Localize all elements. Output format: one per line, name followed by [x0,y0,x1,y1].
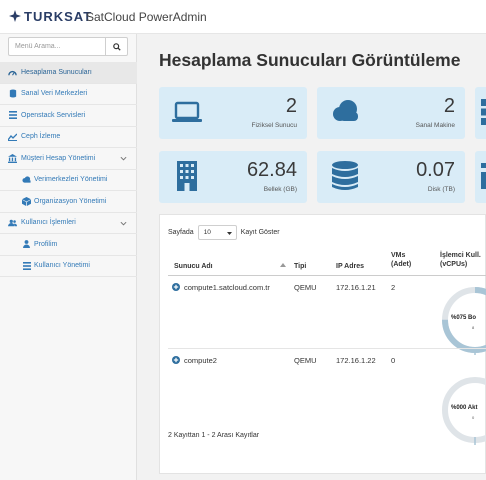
column-header-server-name[interactable]: Sunucu Adı [174,262,213,271]
cpu-usage-label: %075 Bo [451,315,477,321]
stat-card-partial [475,87,486,139]
cloud-icon [333,100,358,121]
table-info: 2 Kayıttan 1 - 2 Arası Kayıtlar [168,432,260,439]
expand-row-icon[interactable] [172,356,180,364]
stat-value: 62.84 [246,159,297,181]
sidebar-item-sanal-veri-merkezleri[interactable]: Sanal Veri Merkezleri [0,84,137,105]
chevron-down-icon [120,221,127,226]
sidebar-nav: Hesaplama Sunucuları Sanal Veri Merkezle… [0,62,137,277]
table-header-divider [168,275,486,276]
sidebar-item-openstack-servisleri[interactable]: Openstack Servisleri [0,105,137,127]
sidebar-item-profilim[interactable]: Profilim [0,234,137,256]
column-header-cpu[interactable]: İşlemci Kull. (vCPUs) [440,251,486,269]
server-icon [481,99,486,125]
menu-search [8,37,128,56]
cell-ip: 172.16.1.22 [336,356,376,365]
page-size-select[interactable]: 10 [197,225,237,240]
stat-card-memory: 62.84 Bellek (GB) [159,151,307,203]
building-icon [177,161,197,191]
column-header-vms[interactable]: VMs (Adet) [391,251,425,269]
sidebar-item-label: Kullanıcı İşlemleri [21,219,76,227]
turksat-logo-icon [9,10,21,22]
main-content: Hesaplama Sunucuları Görüntüleme 2 Fizik… [137,34,486,480]
sidebar-item-kullanici-yonetimi[interactable]: Kullanıcı Yönetimi [0,256,137,277]
row-divider [168,348,486,349]
cell-type: QEMU [294,356,317,365]
cell-vms: 0 [391,356,396,365]
stat-label: Bellek (GB) [263,186,297,193]
brand-logo-text: TURKSAT [24,9,93,24]
cell-server-name: compute1.satcloud.com.tr [184,283,270,292]
page-size-suffix: Kayıt Göster [240,229,280,236]
cell-server-name: compute2 [184,356,217,365]
stat-value: 0.07 [416,159,455,181]
page-size-control: Sayfada 10 Kayıt Göster [168,225,280,240]
sidebar-item-label: Sanal Veri Merkezleri [21,90,88,98]
sidebar-item-label: Openstack Servisleri [21,111,86,119]
sidebar-item-label: Verimerkezleri Yönetimi [34,176,108,184]
cloud-icon [22,175,31,184]
chevron-down-icon [120,156,127,161]
sidebar-item-label: Kullanıcı Yönetimi [34,262,90,270]
cell-type: QEMU [294,283,317,292]
page-size-value: 10 [203,229,211,236]
stat-card-disk: 0.07 Disk (TB) [317,151,465,203]
expand-row-icon[interactable] [172,283,180,291]
user-icon [22,240,31,249]
sidebar-item-musteri-hesap-yonetimi[interactable]: Müşteri Hesap Yönetimi [0,148,137,170]
sidebar-item-label: Hesaplama Sunucuları [21,68,92,76]
page-size-label: Sayfada [168,229,194,236]
stat-label: Sanal Makine [415,122,455,129]
sidebar-item-organizasyon-yonetimi[interactable]: Organizasyon Yönetimi [0,191,137,213]
menu-search-input[interactable] [9,38,106,55]
database-icon [8,89,17,98]
database-icon [332,161,358,190]
cpu-usage-sub: 8 [472,325,475,330]
caret-down-icon [226,232,232,235]
stat-value: 2 [443,95,455,117]
stat-label: Disk (TB) [427,186,455,193]
bank-icon [8,153,17,163]
sidebar-item-hesaplama-sunuculari[interactable]: Hesaplama Sunucuları [0,62,137,84]
cell-ip: 172.16.1.21 [336,283,376,292]
sidebar-item-verimerkezleri-yonetimi[interactable]: Verimerkezleri Yönetimi [0,170,137,191]
stat-card-physical-servers: 2 Fiziksel Sunucu [159,87,307,139]
users-icon [8,218,17,227]
cpu-usage-sub: 0 [472,415,475,420]
column-header-ip[interactable]: IP Adres [336,262,364,271]
search-icon [112,42,121,51]
sidebar-item-label: Müşteri Hesap Yönetimi [21,154,96,162]
page-title: Hesaplama Sunucuları Görüntüleme [159,50,461,70]
sort-asc-icon[interactable] [280,262,286,268]
laptop-icon [172,101,202,122]
cpu-usage-label: %000 Akt [451,405,478,411]
cell-vms: 2 [391,283,396,292]
sidebar-item-label: Profilim [34,240,58,248]
sidebar-item-ceph-izleme[interactable]: Ceph İzleme [0,127,137,148]
chart-icon [8,132,17,141]
app-title: SatCloud PowerAdmin [86,10,207,24]
column-header-type[interactable]: Tipi [294,262,306,271]
stat-value: 2 [285,95,297,117]
top-bar: TURKSAT SatCloud PowerAdmin [0,0,486,34]
sidebar-item-kullanici-islemleri[interactable]: Kullanıcı İşlemleri [0,213,137,234]
stat-card-virtual-machines: 2 Sanal Makine [317,87,465,139]
sidebar-item-label: Ceph İzleme [21,133,61,141]
sidebar: Hesaplama Sunucuları Sanal Veri Merkezle… [0,34,137,480]
dashboard-icon [8,68,17,77]
list-icon [22,261,31,270]
stat-card-partial [475,151,486,203]
stat-label: Fiziksel Sunucu [251,122,297,129]
search-button[interactable] [105,38,127,55]
info-icon [481,163,486,189]
list-icon [8,111,17,120]
sidebar-item-label: Organizasyon Yönetimi [34,197,107,205]
cube-icon [22,196,31,206]
servers-table-panel: Sayfada 10 Kayıt Göster Sunucu Adı Tipi … [159,214,486,474]
